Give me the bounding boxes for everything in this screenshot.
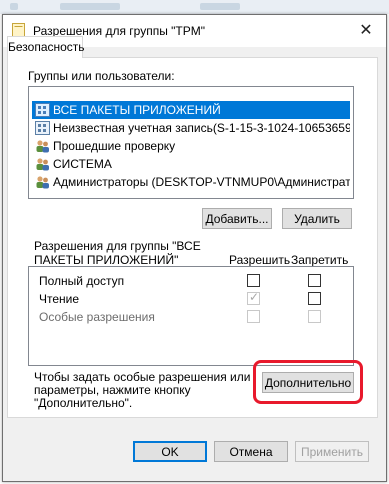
users-listbox[interactable]: ВСЕ ПАКЕТЫ ПРИЛОЖЕНИЙ Неизвестная учетна… [28, 86, 354, 199]
deny-column-header: Запретить [291, 253, 349, 267]
permissions-list: Полный доступ Чтение Особые разрешения ✓ [28, 266, 354, 366]
advanced-hint-line2: параметры, нажмите кнопку [34, 383, 191, 397]
allow-column-header: Разрешить [229, 253, 291, 267]
user-name: Прошедшие проверку [53, 139, 176, 153]
deny-full-access-checkbox[interactable] [308, 274, 321, 287]
background-blur [60, 3, 120, 10]
deny-special-checkbox [308, 310, 321, 323]
app-packages-icon [35, 103, 50, 117]
users-group-icon [36, 140, 49, 153]
advanced-hint-line1: Чтобы задать особые разрешения или [34, 370, 251, 384]
advanced-hint-line3: "Дополнительно". [34, 396, 133, 410]
permission-name: Полный доступ [39, 274, 125, 288]
user-name: Администраторы (DESKTOP-VTNMUP0\Админист… [53, 175, 350, 189]
list-item[interactable]: Неизвестная учетная запись(S-1-15-3-1024… [32, 119, 350, 137]
user-name: Неизвестная учетная запись(S-1-15-3-1024… [53, 121, 350, 135]
highlight-annotation [253, 360, 363, 404]
allow-special-checkbox [247, 310, 260, 323]
background-blur [10, 3, 18, 10]
allow-read-checkbox[interactable]: ✓ [247, 290, 260, 305]
background-window-strip [0, 0, 389, 14]
user-name: ВСЕ ПАКЕТЫ ПРИЛОЖЕНИЙ [53, 103, 221, 117]
ok-button[interactable]: OK [133, 441, 207, 462]
unknown-account-icon [35, 121, 50, 135]
tab-security[interactable]: Безопасность [7, 36, 85, 58]
allow-full-access-checkbox[interactable] [247, 274, 260, 287]
apply-button[interactable]: Применить [295, 441, 369, 462]
users-group-icon [36, 176, 49, 189]
permission-name: Особые разрешения [39, 310, 155, 324]
close-button[interactable]: ✕ [356, 21, 376, 41]
user-name: СИСТЕМА [53, 157, 112, 171]
permissions-label-line2: ПАКЕТЫ ПРИЛОЖЕНИЙ" [34, 253, 179, 267]
list-item[interactable]: СИСТЕМА [32, 155, 350, 173]
list-item[interactable]: Прошедшие проверку [32, 137, 350, 155]
background-blur [200, 3, 240, 10]
groups-label: Группы или пользователи: [28, 69, 175, 83]
permissions-label-line1: Разрешения для группы "ВСЕ [34, 239, 201, 253]
remove-button[interactable]: Удалить [282, 208, 352, 229]
checkmark-icon: ✓ [249, 290, 260, 304]
list-item[interactable]: ВСЕ ПАКЕТЫ ПРИЛОЖЕНИЙ [32, 101, 350, 119]
list-item[interactable]: Администраторы (DESKTOP-VTNMUP0\Админист… [32, 173, 350, 191]
add-button[interactable]: Добавить... [202, 208, 272, 229]
cancel-button[interactable]: Отмена [214, 441, 288, 462]
permission-name: Чтение [39, 292, 80, 306]
users-group-icon [36, 158, 49, 171]
deny-read-checkbox[interactable] [308, 292, 321, 305]
